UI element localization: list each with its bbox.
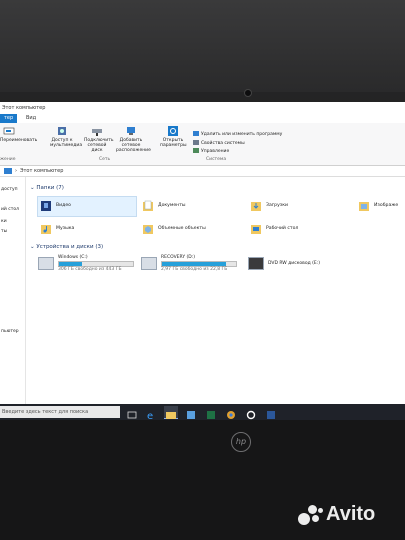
documents-folder-icon [142, 200, 154, 212]
video-folder-icon [40, 200, 52, 212]
laptop-top-bezel [0, 0, 405, 92]
nav-item-desktop[interactable]: ий стол [1, 207, 19, 212]
breadcrumb-separator-icon: › [15, 168, 17, 174]
network-drive-icon [91, 126, 103, 136]
drive-c-usage-fill [59, 262, 82, 266]
edge-browser-icon[interactable]: e [144, 406, 158, 420]
settings-icon [167, 126, 179, 136]
folders-section-header[interactable]: ⌄ Папки (7) [30, 185, 64, 191]
dvd-drive-icon [248, 257, 264, 270]
svg-text:e: e [147, 411, 153, 420]
window-title: Этот компьютер [0, 102, 405, 114]
hp-logo: hp [231, 432, 251, 452]
map-network-drive-button[interactable]: Подключить сетевой диск [84, 126, 114, 153]
taskbar: Введите здесь текст для поиска e [0, 404, 405, 420]
computer-icon [4, 167, 12, 174]
tab-computer[interactable]: тер [0, 114, 18, 123]
downloads-folder-icon [250, 200, 262, 212]
media-icon [56, 126, 68, 136]
chrome-icon[interactable] [224, 406, 238, 419]
taskbar-search-input[interactable]: Введите здесь текст для поиска [0, 406, 120, 418]
add-network-location-button[interactable]: Добавить сетевое расположение [116, 126, 151, 153]
media-access-button[interactable]: Доступ к мультимедиа [50, 126, 82, 148]
system-properties-button[interactable]: Свойства системы [193, 140, 245, 146]
nav-item-quick-access[interactable]: доступ [1, 187, 18, 192]
open-settings-button[interactable]: Открыть параметры [160, 126, 187, 148]
hard-drive-icon [141, 257, 157, 270]
address-bar[interactable]: › Этот компьютер [0, 166, 405, 177]
word-icon[interactable] [264, 406, 278, 419]
laptop-screen: Этот компьютер тер Вид Переименовать Дос… [0, 102, 405, 420]
address-path: Этот компьютер [20, 168, 64, 174]
system-icon [193, 140, 199, 145]
manage-icon [193, 148, 199, 153]
rename-icon [3, 126, 15, 136]
ribbon-tabs: тер Вид [0, 114, 405, 123]
ribbon: Переименовать Доступ к мультимедиа Подкл… [0, 123, 405, 166]
nav-item-objects[interactable]: ты [1, 229, 7, 234]
music-folder-icon [40, 223, 52, 235]
status-text: пьютер [1, 329, 19, 334]
nav-item-documents[interactable]: ки [1, 219, 7, 224]
ribbon-left-fragment: жение [0, 157, 16, 162]
selection-highlight [37, 196, 137, 217]
file-view: ⌄ Папки (7) Видео Документы Загрузки Изо… [26, 177, 405, 417]
file-explorer-icon[interactable] [164, 406, 178, 419]
uninstall-icon [193, 131, 199, 136]
webcam [244, 89, 252, 97]
store-icon[interactable] [184, 406, 198, 419]
task-view-icon[interactable] [125, 406, 139, 419]
tab-view[interactable]: Вид [22, 114, 40, 123]
navigation-pane: доступ ий стол ки ты пьютер [0, 177, 26, 417]
desktop-folder-icon [250, 223, 262, 235]
avito-watermark: Avito [298, 503, 375, 526]
manage-button[interactable]: Управление [193, 148, 229, 154]
drive-d-usage-fill [162, 262, 227, 266]
settings-gear-icon[interactable] [244, 406, 258, 420]
pictures-folder-icon [358, 200, 370, 212]
3d-objects-folder-icon [142, 223, 154, 235]
windows-drive-icon [38, 257, 54, 270]
group-network: Сеть [99, 157, 111, 162]
avito-logo-icon [298, 504, 324, 525]
excel-icon[interactable] [204, 406, 218, 419]
rename-button[interactable]: Переименовать [0, 126, 37, 143]
uninstall-program-button[interactable]: Удалить или изменить программу [193, 131, 282, 137]
network-location-icon [125, 126, 137, 136]
drives-section-header[interactable]: ⌄ Устройства и диски (3) [30, 244, 103, 250]
group-system: Система [206, 157, 227, 162]
